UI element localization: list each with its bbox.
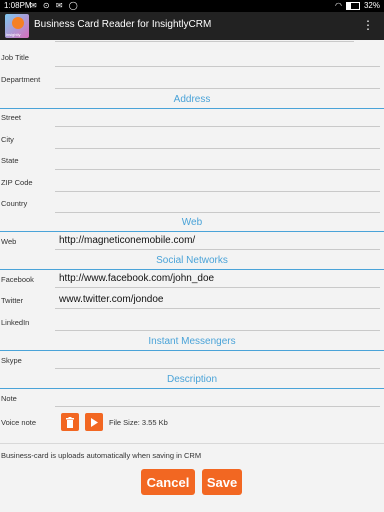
partial-field[interactable]: [55, 41, 354, 42]
section-web: Web: [0, 217, 384, 232]
play-icon: [91, 417, 98, 427]
section-im: Instant Messengers: [0, 336, 384, 351]
state-field[interactable]: [55, 155, 380, 170]
section-web-title: Web: [181, 217, 203, 228]
logo-label: insightly: [6, 32, 21, 37]
section-divider: [0, 108, 384, 109]
job-title-field[interactable]: [55, 52, 380, 67]
section-divider: [0, 350, 384, 351]
state-label: State: [1, 156, 19, 165]
app-title: Business Card Reader for InsightlyCRM: [34, 19, 212, 30]
section-divider: [0, 231, 384, 232]
overflow-menu-icon[interactable]: ⋮: [362, 18, 374, 32]
street-label: Street: [1, 113, 22, 122]
city-label: City: [1, 135, 14, 144]
section-address: Address: [0, 94, 384, 109]
country-label: Country: [1, 199, 28, 208]
status-time: 1:08PM: [4, 1, 32, 10]
play-button[interactable]: [85, 413, 103, 431]
logo-icon: [12, 17, 24, 29]
battery-icon: [345, 1, 360, 10]
country-field[interactable]: [55, 198, 380, 213]
status-right: ◠ 32%: [335, 1, 380, 10]
section-description: Description: [0, 374, 384, 389]
section-description-title: Description: [166, 374, 218, 385]
facebook-field[interactable]: http://www.facebook.com/john_doe: [55, 273, 380, 288]
section-im-title: Instant Messengers: [148, 336, 236, 347]
trash-icon: [66, 416, 74, 428]
department-label: Department: [1, 75, 41, 84]
delete-button[interactable]: [61, 413, 79, 431]
app-logo[interactable]: insightly: [5, 14, 29, 38]
skype-field[interactable]: [55, 354, 380, 369]
linkedin-field[interactable]: [55, 316, 380, 331]
twitter-field[interactable]: www.twitter.com/jondoe: [55, 294, 380, 309]
status-bar: 1:08PM ✉ ⊙ ✉ ◯ ◠ 32%: [0, 0, 384, 12]
divider: [0, 443, 384, 444]
web-field[interactable]: http://magneticonemobile.com/: [55, 235, 380, 250]
skype-label: Skype: [1, 356, 22, 365]
note-label: Note: [1, 394, 17, 403]
job-title-label: Job Title: [1, 53, 29, 62]
twitter-label: Twitter: [1, 296, 24, 305]
zip-field[interactable]: [55, 177, 380, 192]
cancel-button[interactable]: Cancel: [141, 469, 195, 495]
battery-percent: 32%: [363, 1, 380, 10]
footer-note: Business-card is uploads automatically w…: [1, 451, 202, 460]
wifi-icon: ◠: [335, 1, 342, 10]
notification-icons: ✉ ⊙ ✉ ◯: [30, 1, 80, 10]
section-address-title: Address: [173, 94, 211, 105]
facebook-label: Facebook: [1, 275, 34, 284]
zip-label: ZIP Code: [1, 178, 33, 187]
save-button[interactable]: Save: [202, 469, 242, 495]
section-divider: [0, 388, 384, 389]
web-label: Web: [1, 237, 17, 246]
street-field[interactable]: [55, 112, 380, 127]
note-field[interactable]: [55, 392, 380, 407]
linkedin-label: LinkedIn: [1, 318, 30, 327]
file-size-text: File Size: 3.55 Kb: [109, 418, 168, 427]
section-social: Social Networks: [0, 255, 384, 270]
section-divider: [0, 269, 384, 270]
section-social-title: Social Networks: [156, 255, 228, 266]
action-bar: insightly Business Card Reader for Insig…: [0, 12, 384, 40]
city-field[interactable]: [55, 134, 380, 149]
voice-note-label: Voice note: [1, 418, 37, 427]
department-field[interactable]: [55, 74, 380, 89]
